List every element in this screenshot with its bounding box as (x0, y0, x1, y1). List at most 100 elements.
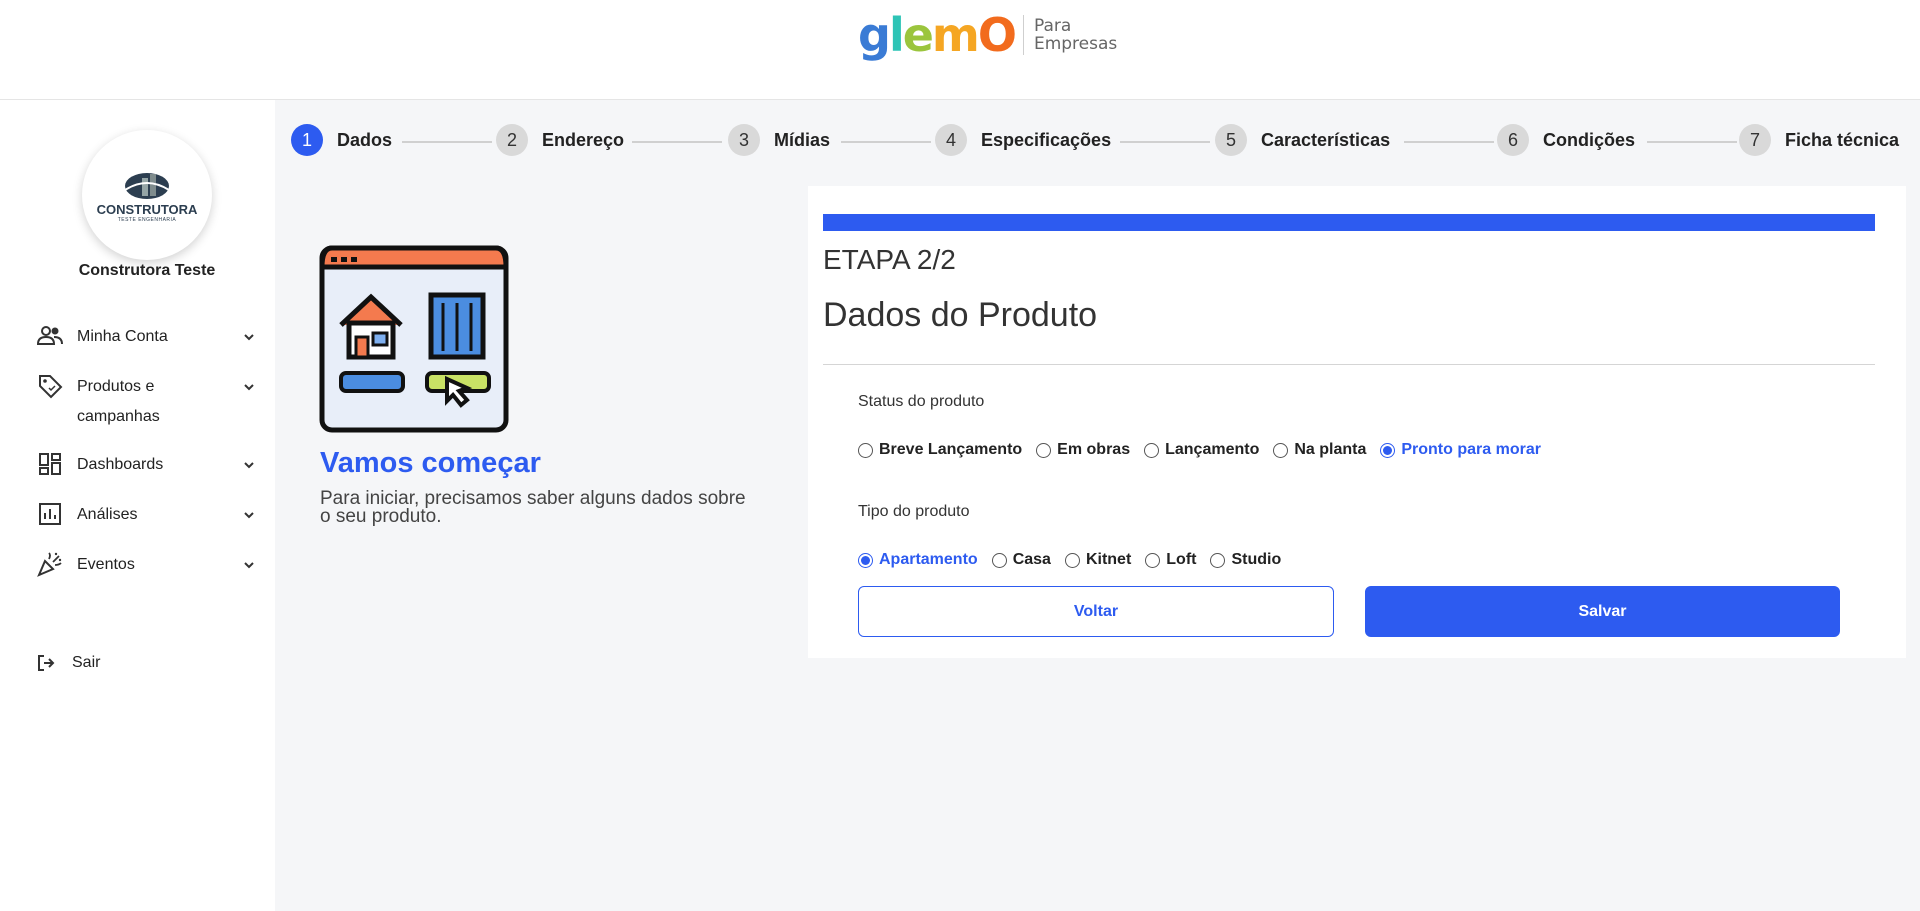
radio-button[interactable] (1064, 552, 1080, 568)
sidebar-item-analises[interactable]: Análises (36, 500, 256, 530)
radio-button[interactable] (1210, 552, 1226, 568)
chevron-down-icon[interactable] (242, 458, 256, 472)
step-caracteristicas[interactable]: 5 Características (1215, 124, 1390, 156)
radio-button[interactable] (1273, 442, 1289, 458)
sidebar-item-produtos[interactable]: Produtos e campanhas (36, 372, 256, 432)
step-number: 3 (728, 124, 760, 156)
status-option-em-obras[interactable]: Em obras (1036, 441, 1130, 459)
step-number: 2 (496, 124, 528, 156)
sidebar-item-minha-conta[interactable]: Minha Conta (36, 322, 256, 352)
step-endereco[interactable]: 2 Endereço (496, 124, 624, 156)
tipo-option-loft[interactable]: Loft (1145, 551, 1196, 569)
status-option-pronto-para-morar[interactable]: Pronto para morar (1380, 441, 1541, 459)
logout-label: Sair (72, 654, 101, 671)
step-label: Endereço (542, 129, 625, 150)
step-dados[interactable]: 1 Dados (291, 124, 392, 156)
logout-button[interactable]: Sair (36, 648, 222, 678)
sidebar-item-label: Produtos e campanhas (77, 378, 160, 425)
sidebar-item-label: Eventos (77, 556, 135, 573)
tipo-radio-group: Apartamento Casa Kitnet Loft Studio (858, 551, 1295, 569)
radio-label: Kitnet (1085, 551, 1132, 568)
product-illustration-icon (319, 245, 509, 433)
step-label: Especificações (981, 129, 1112, 150)
form-title: Dados do Produto (823, 296, 1098, 334)
step-connector (1120, 141, 1210, 143)
radio-label: Pronto para morar (1401, 441, 1541, 458)
top-header: glemO Para Empresas (0, 0, 1920, 100)
company-name: Construtora Teste (78, 262, 216, 279)
logo-separator (1022, 15, 1024, 55)
users-icon (36, 322, 64, 350)
logo-sub-line-2: Empresas (1033, 34, 1118, 54)
radio-button[interactable] (1145, 552, 1161, 568)
sidebar: CONSTRUTORA TESTE ENGENHARIA Construtora… (0, 100, 275, 911)
back-button[interactable]: Voltar (858, 586, 1334, 637)
step-connector (632, 141, 722, 143)
radio-label: Studio (1231, 551, 1282, 568)
sidebar-item-dashboards[interactable]: Dashboards (36, 450, 256, 480)
logo-wordmark: glemO (858, 8, 1017, 62)
step-indicator: ETAPA 2/2 (823, 244, 956, 275)
radio-label: Breve Lançamento (879, 441, 1023, 458)
tipo-option-kitnet[interactable]: Kitnet (1064, 551, 1132, 569)
glemo-logo[interactable]: glemO Para Empresas (858, 12, 1117, 58)
step-midias[interactable]: 3 Mídias (728, 124, 830, 156)
logout-icon (38, 655, 55, 671)
progress-bar (823, 214, 1875, 231)
radio-button[interactable] (1036, 442, 1052, 458)
radio-label: Na planta (1294, 441, 1367, 458)
sidebar-item-label: Minha Conta (77, 328, 168, 345)
tipo-option-studio[interactable]: Studio (1210, 551, 1281, 569)
logo-sub-line-1: Para (1033, 16, 1072, 36)
status-option-breve-lancamento[interactable]: Breve Lançamento (858, 441, 1022, 459)
radio-button[interactable] (858, 552, 873, 568)
step-condicoes[interactable]: 6 Condições (1497, 124, 1635, 156)
radio-label: Casa (1012, 551, 1051, 568)
status-option-lancamento[interactable]: Lançamento (1144, 441, 1259, 459)
sidebar-item-eventos[interactable]: Eventos (36, 550, 256, 580)
tipo-label: Tipo do produto (858, 503, 970, 520)
step-label: Condições (1543, 129, 1636, 150)
building-logo-icon (124, 172, 170, 199)
step-label: Dados (337, 129, 393, 150)
form-stepper: 1 Dados 2 Endereço 3 Mídias 4 Especifica… (275, 124, 1920, 160)
step-number: 1 (291, 124, 323, 156)
avatar-company-text: CONSTRUTORA (96, 201, 198, 217)
form-divider (823, 364, 1875, 365)
radio-button[interactable] (858, 442, 873, 458)
step-label: Mídias (774, 129, 831, 150)
status-radio-group: Breve Lançamento Em obras Lançamento Na … (858, 441, 1555, 459)
step-ficha-tecnica[interactable]: 7 Ficha técnica (1739, 124, 1899, 156)
step-connector (1404, 141, 1494, 143)
sidebar-item-label: Análises (77, 506, 138, 523)
step-number: 5 (1215, 124, 1247, 156)
radio-label: Apartamento (879, 551, 978, 568)
step-number: 6 (1497, 124, 1529, 156)
status-option-na-planta[interactable]: Na planta (1273, 441, 1366, 459)
sidebar-item-label: Dashboards (77, 456, 164, 473)
radio-button[interactable] (1144, 442, 1160, 458)
radio-label: Em obras (1057, 441, 1131, 458)
intro-text: Para iniciar, precisamos saber alguns da… (320, 488, 746, 527)
intro-title: Vamos começar (320, 447, 541, 479)
avatar-company-subtext: TESTE ENGENHARIA (117, 216, 177, 223)
radio-button[interactable] (1380, 442, 1396, 458)
tipo-option-apartamento[interactable]: Apartamento (858, 551, 978, 569)
chevron-down-icon[interactable] (242, 558, 256, 572)
chart-icon (36, 500, 64, 528)
step-connector (1647, 141, 1737, 143)
logo-subtitle: Para Empresas (1034, 17, 1117, 53)
dashboard-icon (36, 450, 64, 478)
radio-label: Lançamento (1165, 441, 1260, 458)
party-icon (36, 550, 64, 578)
company-avatar[interactable]: CONSTRUTORA TESTE ENGENHARIA (82, 130, 212, 260)
step-especificacoes[interactable]: 4 Especificações (935, 124, 1111, 156)
step-connector (402, 141, 492, 143)
chevron-down-icon[interactable] (242, 330, 256, 344)
radio-label: Loft (1166, 551, 1197, 568)
save-button[interactable]: Salvar (1365, 586, 1840, 637)
chevron-down-icon[interactable] (242, 380, 256, 394)
radio-button[interactable] (991, 552, 1007, 568)
tipo-option-casa[interactable]: Casa (991, 551, 1051, 569)
chevron-down-icon[interactable] (242, 508, 256, 522)
